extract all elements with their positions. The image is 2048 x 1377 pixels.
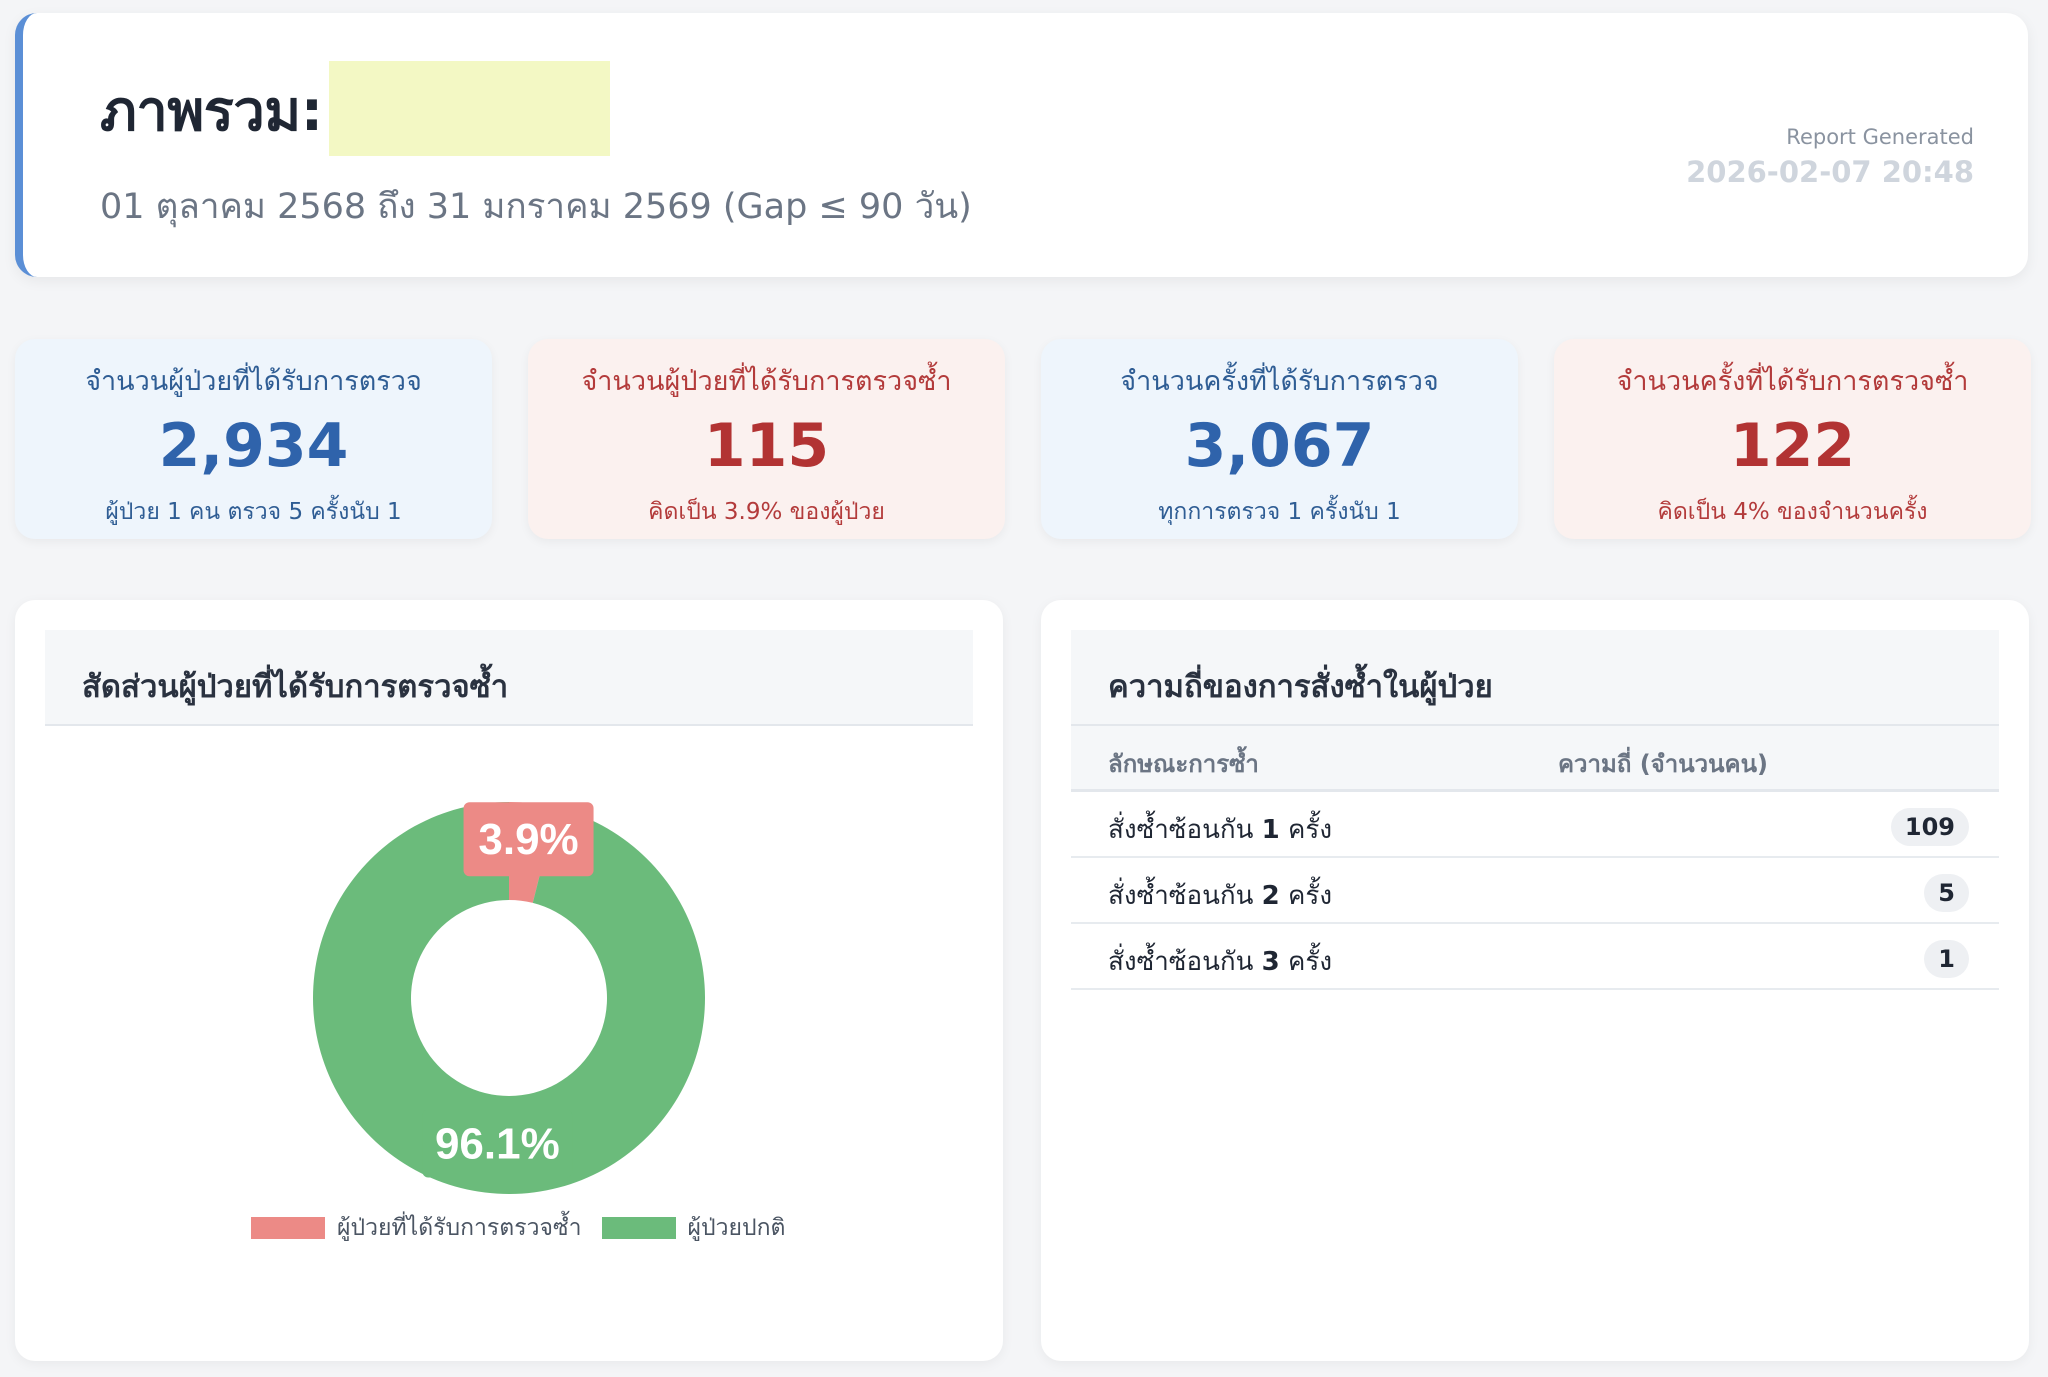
stat-value: 2,934 xyxy=(158,411,349,481)
stat-value: 122 xyxy=(1729,411,1856,481)
column-header-frequency: ความถี่ (จำนวนคน) xyxy=(1558,750,1768,778)
chart-legend: ผู้ป่วยที่ได้รับการตรวจซ้ำ ผู้ป่วยปกติ xyxy=(251,1210,805,1246)
data-label-repeat: 3.9% xyxy=(478,815,578,864)
report-generated-time: 2026-02-07 20:48 xyxy=(1686,155,1974,189)
stat-title: จำนวนครั้งที่ได้รับการตรวจ xyxy=(1120,366,1439,397)
donut-chart-area: 3.9% 96.1% xyxy=(15,600,1003,1361)
stat-title: จำนวนผู้ป่วยที่ได้รับการตรวจซ้ำ xyxy=(581,366,952,397)
data-label-normal: 96.1% xyxy=(435,1120,560,1169)
table-row: สั่งซ้ำซ้อนกัน 1 ครั้ง 109 xyxy=(1071,792,1999,858)
stat-card-patients: จำนวนผู้ป่วยที่ได้รับการตรวจ 2,934 ผู้ป่… xyxy=(15,339,492,539)
date-range-subtitle: 01 ตุลาคม 2568 ถึง 31 มกราคม 2569 (Gap ≤… xyxy=(100,187,972,227)
legend-swatch-repeat[interactable] xyxy=(251,1217,325,1239)
row-label: สั่งซ้ำซ้อนกัน 3 ครั้ง xyxy=(1108,947,1333,977)
repeat-frequency-panel: ความถี่ของการสั่งซ้ำในผู้ป่วย ลักษณะการซ… xyxy=(1041,600,2029,1361)
stat-card-repeat-visits: จำนวนครั้งที่ได้รับการตรวจซ้ำ 122 คิดเป็… xyxy=(1554,339,2031,539)
legend-label-repeat[interactable]: ผู้ป่วยที่ได้รับการตรวจซ้ำ xyxy=(337,1210,582,1246)
stat-card-visits: จำนวนครั้งที่ได้รับการตรวจ 3,067 ทุกการต… xyxy=(1041,339,1518,539)
page-title: ภาพรวม: xyxy=(100,78,323,144)
row-label: สั่งซ้ำซ้อนกัน 2 ครั้ง xyxy=(1108,881,1333,911)
table-header: ลักษณะการซ้ำ ความถี่ (จำนวนคน) xyxy=(1071,726,1999,792)
report-generated-label: Report Generated xyxy=(1786,125,1974,149)
column-header-type: ลักษณะการซ้ำ xyxy=(1108,750,1259,778)
panel-header: ความถี่ของการสั่งซ้ำในผู้ป่วย xyxy=(1071,630,1999,726)
table-row: สั่งซ้ำซ้อนกัน 2 ครั้ง 5 xyxy=(1071,858,1999,924)
count-badge: 5 xyxy=(1924,874,1969,912)
donut-chart: 3.9% 96.1% xyxy=(312,802,705,1194)
stat-note: ผู้ป่วย 1 คน ตรวจ 5 ครั้งนับ 1 xyxy=(105,499,402,525)
table-row: สั่งซ้ำซ้อนกัน 3 ครั้ง 1 xyxy=(1071,924,1999,990)
stat-value: 3,067 xyxy=(1184,411,1375,481)
panel-title: ความถี่ของการสั่งซ้ำในผู้ป่วย xyxy=(1108,669,1493,705)
stat-note: คิดเป็น 4% ของจำนวนครั้ง xyxy=(1657,499,1928,525)
dashboard-page: ภาพรวม: 01 ตุลาคม 2568 ถึง 31 มกราคม 256… xyxy=(0,0,2048,1377)
legend-swatch-normal[interactable] xyxy=(601,1217,676,1239)
repeat-ratio-panel: สัดส่วนผู้ป่วยที่ได้รับการตรวจซ้ำ 3.9% 96… xyxy=(15,600,1003,1361)
stat-title: จำนวนครั้งที่ได้รับการตรวจซ้ำ xyxy=(1616,366,1969,397)
redacted-name-box xyxy=(328,61,610,156)
stat-note: ทุกการตรวจ 1 ครั้งนับ 1 xyxy=(1158,499,1401,525)
count-badge: 109 xyxy=(1890,808,1969,846)
stat-card-repeat-patients: จำนวนผู้ป่วยที่ได้รับการตรวจซ้ำ 115 คิดเ… xyxy=(528,339,1005,539)
header-card: ภาพรวม: 01 ตุลาคม 2568 ถึง 31 มกราคม 256… xyxy=(15,13,2028,277)
legend-label-normal[interactable]: ผู้ป่วยปกติ xyxy=(688,1210,786,1246)
row-label: สั่งซ้ำซ้อนกัน 1 ครั้ง xyxy=(1108,815,1333,845)
stat-value: 115 xyxy=(703,411,830,481)
report-generated: Report Generated 2026-02-07 20:48 xyxy=(1686,125,1974,189)
count-badge: 1 xyxy=(1924,940,1969,978)
stat-note: คิดเป็น 3.9% ของผู้ป่วย xyxy=(648,499,885,525)
stat-title: จำนวนผู้ป่วยที่ได้รับการตรวจ xyxy=(85,366,422,397)
header-title-row: ภาพรวม: xyxy=(100,61,610,156)
